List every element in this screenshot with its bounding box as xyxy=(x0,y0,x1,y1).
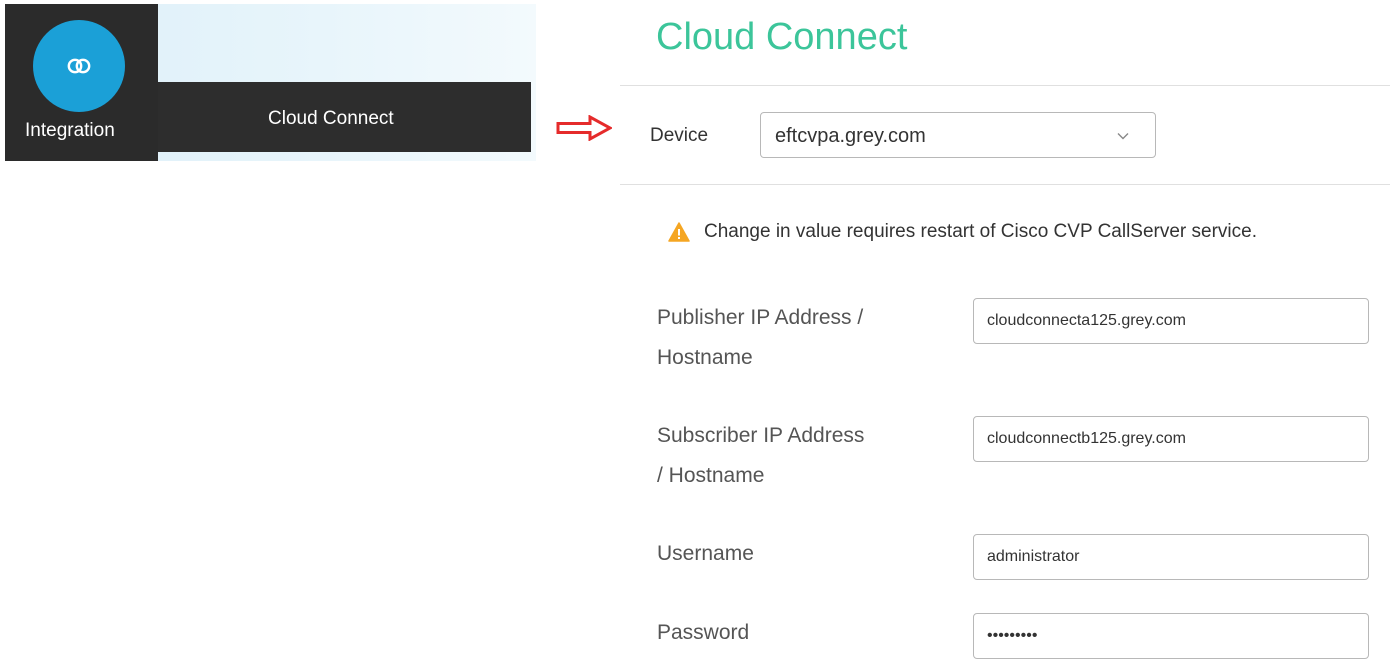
publisher-label-line1: Publisher IP Address / xyxy=(657,306,864,329)
integration-rings-icon xyxy=(67,58,91,74)
nav-tile-label: Integration xyxy=(25,120,115,141)
warning-message: Change in value requires restart of Cisc… xyxy=(668,221,1257,243)
divider xyxy=(620,85,1390,86)
username-input[interactable] xyxy=(973,534,1369,580)
subscriber-label-line2: / Hostname xyxy=(657,464,765,487)
page-title: Cloud Connect xyxy=(656,16,908,58)
username-label: Username xyxy=(657,542,754,565)
device-label: Device xyxy=(650,125,709,146)
device-select[interactable]: eftcvpa.grey.com xyxy=(760,112,1156,158)
warning-text: Change in value requires restart of Cisc… xyxy=(704,221,1257,242)
password-label: Password xyxy=(657,621,750,644)
divider xyxy=(620,184,1390,185)
navigation-panel: Integration Cloud Connect xyxy=(5,4,536,161)
device-select-value: eftcvpa.grey.com xyxy=(775,125,926,147)
subscriber-label: Subscriber IP Address / Hostname xyxy=(657,416,937,496)
right-arrow-outline-icon xyxy=(556,115,612,141)
chevron-down-icon xyxy=(1117,133,1129,140)
subscriber-hostname-input[interactable] xyxy=(973,416,1369,462)
publisher-hostname-input[interactable] xyxy=(973,298,1369,344)
integration-icon-badge xyxy=(33,20,125,112)
password-input[interactable] xyxy=(973,613,1369,659)
subscriber-label-line1: Subscriber IP Address xyxy=(657,424,865,447)
nav-submenu-label: Cloud Connect xyxy=(268,108,394,129)
warning-triangle-icon xyxy=(668,222,690,242)
publisher-label-line2: Hostname xyxy=(657,346,753,369)
nav-submenu-cloud-connect[interactable]: Cloud Connect xyxy=(158,82,531,152)
nav-tile-integration[interactable]: Integration xyxy=(5,4,158,161)
publisher-label: Publisher IP Address / Hostname xyxy=(657,298,937,378)
